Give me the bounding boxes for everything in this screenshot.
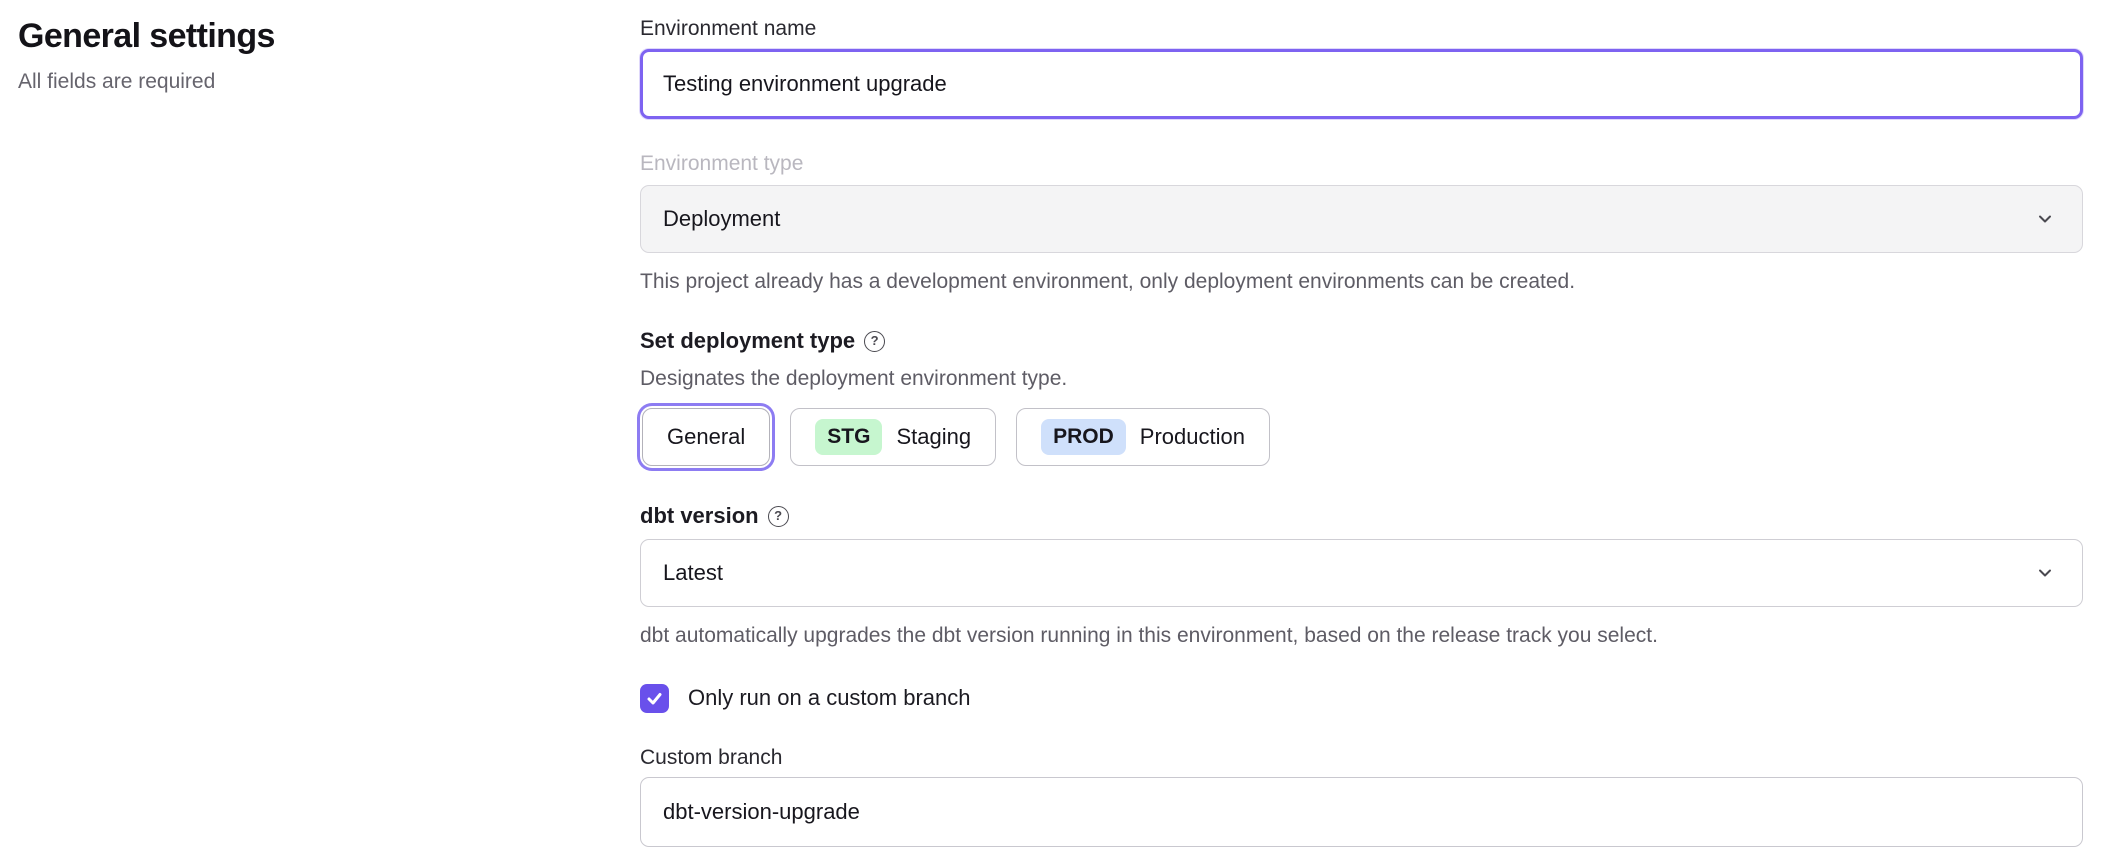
environment-type-value: Deployment xyxy=(663,206,780,232)
custom-branch-checkbox-row[interactable]: Only run on a custom branch xyxy=(640,683,2083,713)
page-subtitle: All fields are required xyxy=(18,68,578,96)
custom-branch-checkbox-label: Only run on a custom branch xyxy=(688,683,970,713)
environment-type-label: Environment type xyxy=(640,149,2083,179)
deployment-type-description: Designates the deployment environment ty… xyxy=(640,364,2083,394)
deployment-type-options: General STG Staging PROD Production xyxy=(640,408,2083,466)
general-button-label: General xyxy=(667,424,745,450)
deployment-type-general-button[interactable]: General xyxy=(642,408,770,466)
deployment-type-staging-button[interactable]: STG Staging xyxy=(790,408,996,466)
chevron-down-icon xyxy=(2034,562,2056,584)
dbt-version-help-text: dbt automatically upgrades the dbt versi… xyxy=(640,621,2083,651)
deployment-type-section-label: Set deployment type ? xyxy=(640,325,2083,357)
checkmark-icon xyxy=(645,689,664,708)
custom-branch-checkbox[interactable] xyxy=(640,684,669,713)
environment-type-select[interactable]: Deployment xyxy=(640,185,2083,253)
chevron-down-icon xyxy=(2034,208,2056,230)
dbt-version-section-label: dbt version ? xyxy=(640,500,2083,532)
custom-branch-input[interactable] xyxy=(640,777,2083,847)
page-title: General settings xyxy=(18,14,578,58)
dbt-version-label-text: dbt version xyxy=(640,500,759,532)
dbt-version-select[interactable]: Latest xyxy=(640,539,2083,607)
production-button-label: Production xyxy=(1140,424,1245,450)
settings-header: General settings All fields are required xyxy=(18,14,578,96)
deployment-type-production-button[interactable]: PROD Production xyxy=(1016,408,1270,466)
environment-name-label: Environment name xyxy=(640,14,2083,44)
dbt-version-value: Latest xyxy=(663,560,723,586)
staging-badge: STG xyxy=(815,419,882,455)
deployment-type-label-text: Set deployment type xyxy=(640,325,855,357)
staging-button-label: Staging xyxy=(896,424,971,450)
production-badge: PROD xyxy=(1041,419,1126,455)
custom-branch-label: Custom branch xyxy=(640,743,2083,773)
environment-name-input[interactable] xyxy=(640,49,2083,119)
help-icon[interactable]: ? xyxy=(864,331,885,352)
environment-type-help-text: This project already has a development e… xyxy=(640,267,2083,297)
help-icon[interactable]: ? xyxy=(768,506,789,527)
environment-settings-form: Environment name Environment type Deploy… xyxy=(640,14,2083,847)
